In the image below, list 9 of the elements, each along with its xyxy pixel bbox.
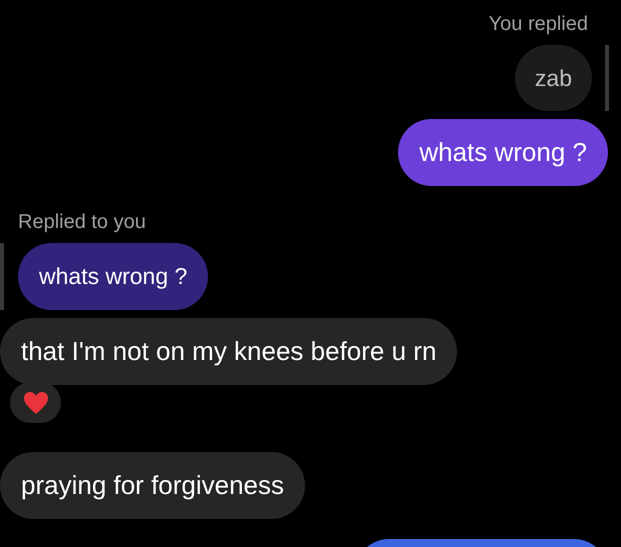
reply-label: You replied — [488, 12, 588, 36]
reaction-badge[interactable] — [10, 382, 61, 423]
quoted-message[interactable]: zab — [514, 45, 592, 111]
quoted-message[interactable]: whats wrong ? — [18, 243, 208, 310]
message-bubble[interactable]: that I'm not on my knees before u rn — [0, 318, 458, 385]
reply-label: Replied to you — [18, 210, 146, 234]
heart-icon — [22, 390, 48, 414]
message-bubble[interactable]: whats wrong ? — [398, 119, 608, 186]
message-bubble[interactable]: praying for forgiveness — [0, 452, 306, 519]
